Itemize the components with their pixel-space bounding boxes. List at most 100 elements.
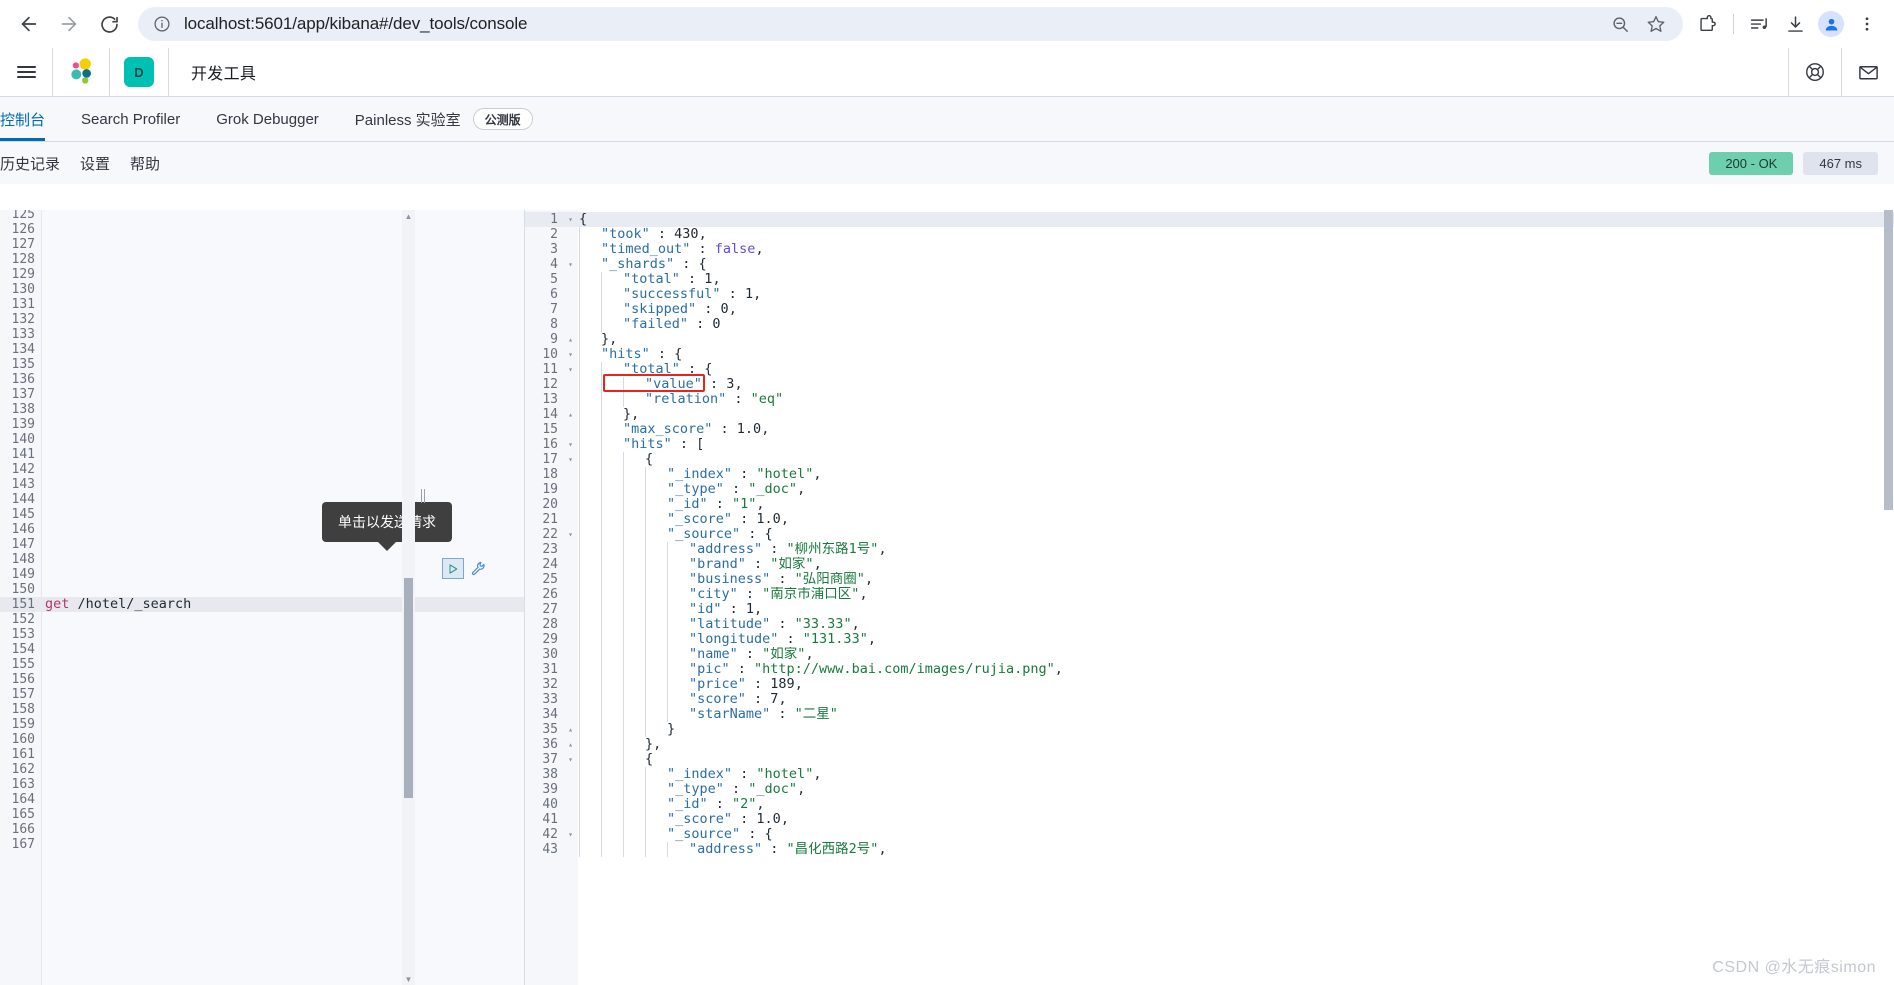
editor-line[interactable]: 135: [0, 357, 525, 372]
fold-toggle-icon[interactable]: ▾: [565, 827, 576, 842]
send-request-button[interactable]: [442, 558, 464, 579]
scroll-up-arrow[interactable]: ▲: [402, 210, 415, 222]
editor-scrollbar-thumb[interactable]: [404, 578, 413, 798]
output-line[interactable]: 12 "value" : 3,: [525, 377, 1894, 392]
output-line[interactable]: 23 "address" : "柳州东路1号",: [525, 542, 1894, 557]
nav-menu-button[interactable]: [6, 52, 46, 92]
output-lines[interactable]: 1 ▾{2 "took" : 430, 3 "timed_out" : false, 4 ▾…: [525, 212, 1894, 857]
editor-line[interactable]: 142: [0, 462, 525, 477]
output-scrollbar[interactable]: [1883, 210, 1894, 985]
fold-toggle-icon[interactable]: ▾: [565, 362, 576, 377]
output-line[interactable]: 10 ▾ "hits" : {: [525, 347, 1894, 362]
fold-toggle-icon[interactable]: ▾: [565, 212, 576, 227]
editor-line[interactable]: 156: [0, 672, 525, 687]
fold-toggle-icon[interactable]: ▴: [565, 332, 576, 347]
output-line[interactable]: 26 "city" : "南京市浦口区",: [525, 587, 1894, 602]
output-line[interactable]: 32 "price" : 189,: [525, 677, 1894, 692]
editor-line[interactable]: 167: [0, 837, 525, 852]
output-line[interactable]: 38 "_index" : "hotel",: [525, 767, 1894, 782]
output-line[interactable]: 9 ▴},: [525, 332, 1894, 347]
pane-resize-handle[interactable]: [418, 488, 428, 504]
editor-line[interactable]: 137: [0, 387, 525, 402]
news-button[interactable]: [1842, 48, 1894, 97]
output-line[interactable]: 20 "_id" : "1",: [525, 497, 1894, 512]
output-line[interactable]: 3 "timed_out" : false,: [525, 242, 1894, 257]
reload-button[interactable]: [90, 5, 128, 43]
output-line[interactable]: 42 ▾ "_source" : {: [525, 827, 1894, 842]
output-line[interactable]: 28 "latitude" : "33.33",: [525, 617, 1894, 632]
zoom-out-icon[interactable]: [1605, 9, 1635, 39]
output-line[interactable]: 13 "relation" : "eq": [525, 392, 1894, 407]
output-line[interactable]: 31 "pic" : "http://www.bai.com/images/ruj…: [525, 662, 1894, 677]
tab-search-profiler[interactable]: Search Profiler: [63, 97, 198, 141]
editor-line[interactable]: 136: [0, 372, 525, 387]
output-line[interactable]: 16 ▾ "hits" : [: [525, 437, 1894, 452]
output-line[interactable]: 36 ▴},: [525, 737, 1894, 752]
editor-line[interactable]: 161: [0, 747, 525, 762]
editor-line[interactable]: 130: [0, 282, 525, 297]
editor-line[interactable]: 141: [0, 447, 525, 462]
elastic-logo[interactable]: [53, 48, 109, 97]
help-button[interactable]: [1789, 48, 1841, 97]
chrome-menu-icon[interactable]: [1850, 7, 1884, 41]
output-line[interactable]: 5 "total" : 1,: [525, 272, 1894, 287]
output-line[interactable]: 1 ▾{: [525, 212, 1894, 227]
fold-toggle-icon[interactable]: ▾: [565, 347, 576, 362]
output-line[interactable]: 37 ▾ {: [525, 752, 1894, 767]
output-line[interactable]: 34 "starName" : "二星": [525, 707, 1894, 722]
editor-line[interactable]: 132: [0, 312, 525, 327]
output-line[interactable]: 33 "score" : 7,: [525, 692, 1894, 707]
output-line[interactable]: 30 "name" : "如家",: [525, 647, 1894, 662]
history-link[interactable]: 历史记录: [0, 149, 70, 178]
editor-line[interactable]: 126: [0, 222, 525, 237]
editor-line[interactable]: 160: [0, 732, 525, 747]
settings-link[interactable]: 设置: [70, 149, 120, 178]
fold-toggle-icon[interactable]: ▴: [565, 407, 576, 422]
site-information-icon[interactable]: [152, 14, 172, 34]
editor-line[interactable]: 164: [0, 792, 525, 807]
output-line[interactable]: 29 "longitude" : "131.33",: [525, 632, 1894, 647]
editor-line[interactable]: 157: [0, 687, 525, 702]
editor-line[interactable]: 128: [0, 252, 525, 267]
output-line[interactable]: 4 ▾ "_shards" : {: [525, 257, 1894, 272]
fold-toggle-icon[interactable]: ▾: [565, 452, 576, 467]
output-line[interactable]: 7 "skipped" : 0,: [525, 302, 1894, 317]
editor-line[interactable]: 162: [0, 762, 525, 777]
output-line[interactable]: 25 "business" : "弘阳商圈",: [525, 572, 1894, 587]
tab-painless-lab[interactable]: Painless 实验室 公测版: [337, 97, 551, 141]
output-line[interactable]: 41 "_score" : 1.0,: [525, 812, 1894, 827]
request-editor[interactable]: 125 126 127 128 129 130 131 132 133 134 135 136 137 1…: [0, 210, 525, 985]
editor-line[interactable]: 125: [0, 210, 525, 222]
downloads-icon[interactable]: [1778, 7, 1812, 41]
editor-line[interactable]: 133: [0, 327, 525, 342]
editor-line[interactable]: 154: [0, 642, 525, 657]
editor-line[interactable]: 163: [0, 777, 525, 792]
output-line[interactable]: 8 "failed" : 0: [525, 317, 1894, 332]
bookmark-star-icon[interactable]: [1641, 9, 1671, 39]
tab-console[interactable]: 控制台: [0, 97, 63, 141]
editor-line[interactable]: 143: [0, 477, 525, 492]
fold-toggle-icon[interactable]: ▾: [565, 257, 576, 272]
output-line[interactable]: 21 "_score" : 1.0,: [525, 512, 1894, 527]
editor-line[interactable]: 134: [0, 342, 525, 357]
output-line[interactable]: 18 "_index" : "hotel",: [525, 467, 1894, 482]
output-line[interactable]: 19 "_type" : "_doc",: [525, 482, 1894, 497]
space-selector[interactable]: D: [110, 48, 168, 97]
editor-line[interactable]: 153: [0, 627, 525, 642]
editor-line[interactable]: 138: [0, 402, 525, 417]
forward-button[interactable]: [50, 5, 88, 43]
response-output[interactable]: 1 ▾{2 "took" : 430, 3 "timed_out" : false, 4 ▾…: [525, 210, 1894, 985]
editor-line[interactable]: 127: [0, 237, 525, 252]
editor-line[interactable]: 131: [0, 297, 525, 312]
tab-grok-debugger[interactable]: Grok Debugger: [198, 97, 337, 141]
scroll-down-arrow[interactable]: ▼: [402, 973, 415, 985]
media-control-icon[interactable]: [1742, 7, 1776, 41]
output-scrollbar-thumb[interactable]: [1884, 210, 1893, 510]
output-line[interactable]: 2 "took" : 430,: [525, 227, 1894, 242]
editor-line[interactable]: 139: [0, 417, 525, 432]
output-line[interactable]: 27 "id" : 1,: [525, 602, 1894, 617]
address-bar[interactable]: localhost:5601/app/kibana#/dev_tools/con…: [138, 7, 1683, 41]
editor-line[interactable]: 140: [0, 432, 525, 447]
editor-line[interactable]: 158: [0, 702, 525, 717]
output-line[interactable]: 35 ▴}: [525, 722, 1894, 737]
